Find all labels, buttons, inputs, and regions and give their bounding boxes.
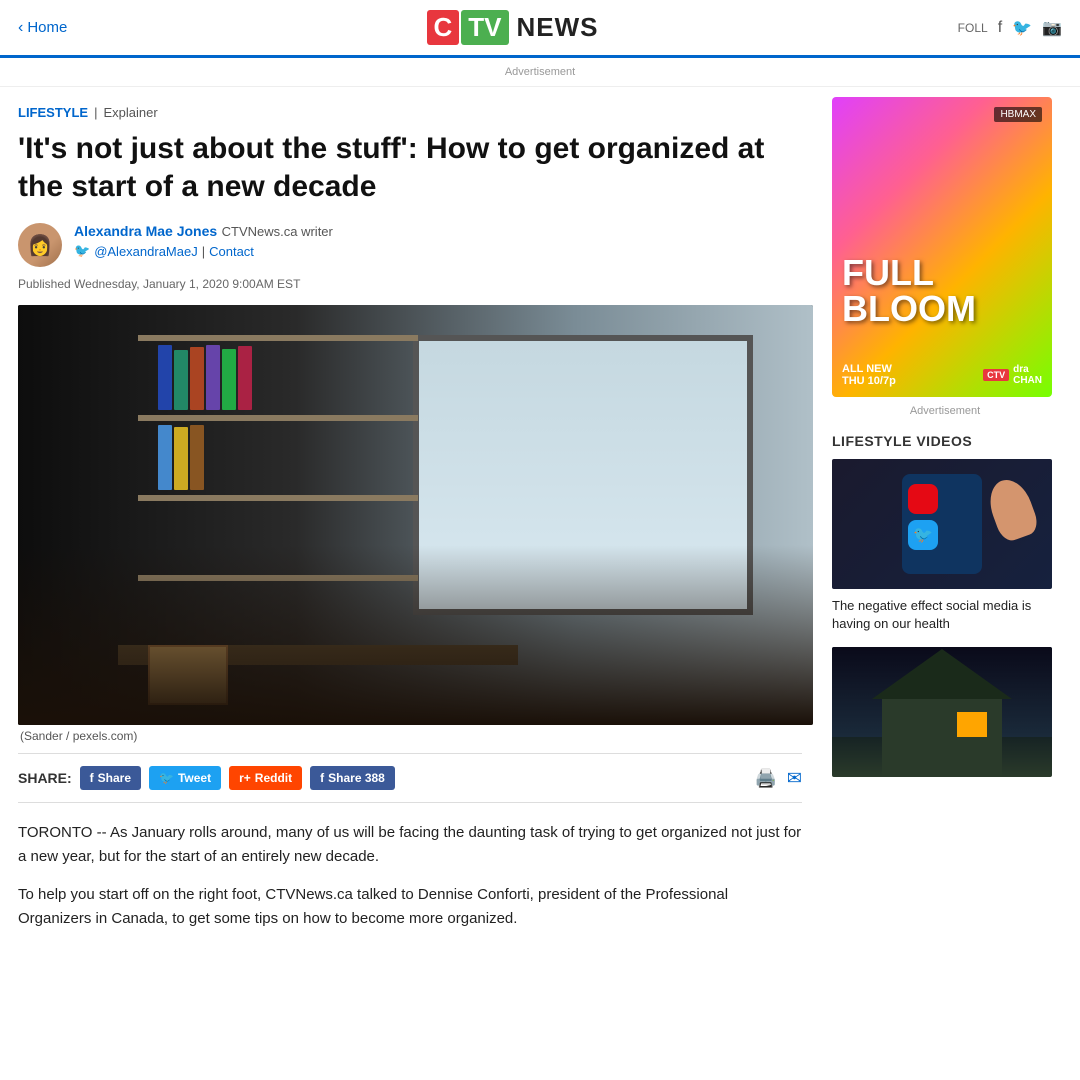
sidebar-video-thumbnail-1[interactable]: 🐦 bbox=[832, 459, 1052, 589]
image-caption: (Sander / pexels.com) bbox=[18, 729, 802, 743]
article-body: TORONTO -- As January rolls around, many… bbox=[18, 821, 802, 931]
sidebar-ad-badge: HBMAX bbox=[994, 107, 1042, 122]
print-icon[interactable]: 🖨️ bbox=[754, 768, 776, 789]
twitter-share-label: Tweet bbox=[178, 771, 211, 785]
article-paragraph-2: To help you start off on the right foot,… bbox=[18, 883, 802, 931]
site-logo[interactable]: C TV NEWS bbox=[427, 10, 599, 45]
author-role: CTVNews.ca writer bbox=[222, 224, 333, 239]
article-column: LIFESTYLE | Explainer 'It's not just abo… bbox=[0, 87, 820, 963]
image-scene bbox=[18, 305, 813, 725]
article-title: 'It's not just about the stuff': How to … bbox=[18, 130, 802, 205]
twitter-icon[interactable]: 🐦 bbox=[1012, 18, 1032, 38]
main-layout: LIFESTYLE | Explainer 'It's not just abo… bbox=[0, 87, 1080, 963]
sidebar-video-caption-1: The negative effect social media is havi… bbox=[832, 597, 1058, 633]
share-twitter-button[interactable]: 🐦 Tweet bbox=[149, 766, 221, 790]
author-social-row: 🐦 @AlexandraMaeJ | Contact bbox=[74, 243, 333, 259]
author-info: Alexandra Mae Jones CTVNews.ca writer 🐦 … bbox=[74, 223, 333, 259]
breadcrumb-separator: | bbox=[94, 105, 97, 120]
house-roof bbox=[872, 649, 1012, 699]
fshare-label: Share 388 bbox=[328, 771, 385, 785]
fshare-icon: f bbox=[320, 771, 324, 785]
phone-screen: 🐦 bbox=[902, 474, 982, 574]
sidebar: HBMAX FULLBLOOM ALL NEWTHU 10/7p CTV dra… bbox=[820, 87, 1070, 963]
back-label: Home bbox=[27, 19, 67, 36]
logo-c: C bbox=[427, 10, 460, 45]
netflix-app-icon bbox=[908, 484, 938, 514]
sidebar-video-thumbnail-2[interactable] bbox=[832, 647, 1052, 777]
breadcrumb: LIFESTYLE | Explainer bbox=[18, 105, 802, 120]
sidebar-ad-channel: CTV draCHAN bbox=[983, 364, 1042, 386]
image-clutter bbox=[18, 545, 813, 725]
sidebar-advertisement[interactable]: HBMAX FULLBLOOM ALL NEWTHU 10/7p CTV dra… bbox=[832, 97, 1052, 397]
facebook-share-label: Share bbox=[98, 771, 131, 785]
logo-news: NEWS bbox=[517, 12, 599, 43]
header-left: ‹ Home bbox=[18, 19, 67, 37]
follow-label: FOLL bbox=[958, 21, 988, 35]
social-separator: | bbox=[202, 244, 205, 259]
finger-icon bbox=[983, 474, 1041, 544]
author-twitter-handle[interactable]: @AlexandraMaeJ bbox=[94, 244, 198, 259]
sidebar-ad-label: Advertisement bbox=[832, 405, 1058, 417]
author-name-row: Alexandra Mae Jones CTVNews.ca writer bbox=[74, 223, 333, 241]
share-left: SHARE: f Share 🐦 Tweet r+ Reddit f Share… bbox=[18, 766, 395, 790]
author-contact-link[interactable]: Contact bbox=[209, 244, 254, 259]
author-avatar: 👩 bbox=[18, 223, 62, 267]
article-paragraph-1: TORONTO -- As January rolls around, many… bbox=[18, 821, 802, 869]
house-window bbox=[957, 712, 987, 737]
share-label: SHARE: bbox=[18, 770, 72, 786]
facebook-icon[interactable]: f bbox=[998, 19, 1002, 37]
sidebar-videos-title: LIFESTYLE VIDEOS bbox=[832, 433, 1058, 449]
article-hero-image bbox=[18, 305, 813, 725]
article-image-wrap: (Sander / pexels.com) bbox=[18, 305, 802, 743]
chevron-left-icon: ‹ bbox=[18, 19, 23, 37]
site-header: ‹ Home C TV NEWS FOLL f 🐦 📷 bbox=[0, 0, 1080, 58]
house-scene bbox=[832, 647, 1052, 777]
sidebar-ad-bottom: ALL NEWTHU 10/7p CTV draCHAN bbox=[832, 363, 1052, 387]
share-reddit-button[interactable]: r+ Reddit bbox=[229, 766, 302, 790]
house-shape bbox=[882, 697, 1002, 777]
published-date: Published Wednesday, January 1, 2020 9:0… bbox=[18, 277, 802, 291]
share-section: SHARE: f Share 🐦 Tweet r+ Reddit f Share… bbox=[18, 753, 802, 803]
breadcrumb-subcategory[interactable]: Explainer bbox=[103, 105, 157, 120]
twitter-share-icon: 🐦 bbox=[159, 771, 174, 785]
header-right: FOLL f 🐦 📷 bbox=[958, 18, 1062, 38]
sidebar-ad-text: FULLBLOOM bbox=[842, 255, 1042, 327]
reddit-share-label: Reddit bbox=[255, 771, 292, 785]
mail-icon[interactable]: ✉ bbox=[787, 768, 802, 789]
logo-tv: TV bbox=[461, 10, 508, 45]
share-fcount-button[interactable]: f Share 388 bbox=[310, 766, 395, 790]
share-right: 🖨️ ✉ bbox=[754, 768, 802, 789]
twitter-app-icon: 🐦 bbox=[908, 520, 938, 550]
channel-logo: CTV bbox=[983, 369, 1009, 381]
avatar-image: 👩 bbox=[18, 223, 62, 267]
author-section: 👩 Alexandra Mae Jones CTVNews.ca writer … bbox=[18, 223, 802, 267]
instagram-icon[interactable]: 📷 bbox=[1042, 18, 1062, 38]
ad-banner-top: Advertisement bbox=[0, 58, 1080, 87]
reddit-share-icon: r+ bbox=[239, 771, 251, 785]
author-name[interactable]: Alexandra Mae Jones bbox=[74, 223, 217, 239]
twitter-small-icon: 🐦 bbox=[74, 243, 90, 259]
channel-name: draCHAN bbox=[1013, 364, 1042, 386]
breadcrumb-category[interactable]: LIFESTYLE bbox=[18, 105, 88, 120]
facebook-share-icon: f bbox=[90, 771, 94, 785]
sidebar-ad-title: FULLBLOOM bbox=[842, 255, 1042, 327]
sidebar-ad-schedule: ALL NEWTHU 10/7p bbox=[842, 363, 896, 387]
share-facebook-button[interactable]: f Share bbox=[80, 766, 141, 790]
back-home-link[interactable]: ‹ Home bbox=[18, 19, 67, 37]
